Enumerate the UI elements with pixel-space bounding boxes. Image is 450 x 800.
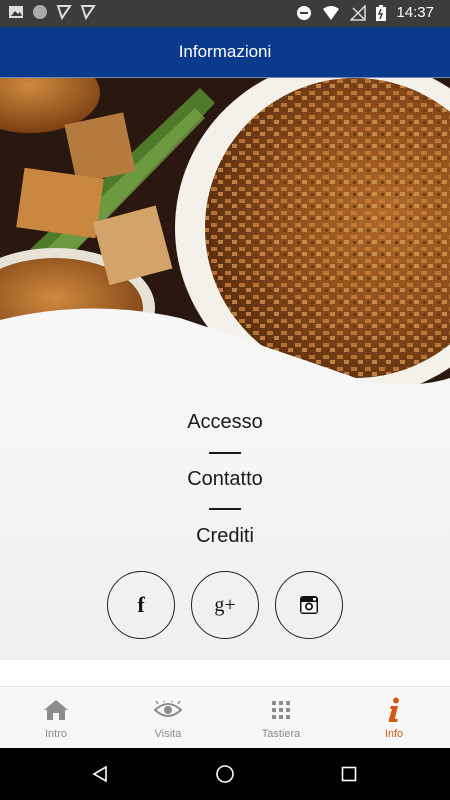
- home-icon: [44, 700, 68, 720]
- page-title: Informazioni: [178, 42, 272, 61]
- system-navigation-bar: [0, 748, 450, 800]
- back-icon[interactable]: [91, 765, 109, 783]
- app-bar: Informazioni: [0, 27, 450, 78]
- signal-icon: [350, 4, 367, 21]
- bottom-nav: Intro Visita Tastiera Info: [0, 686, 450, 748]
- nav-item-visita[interactable]: Visita: [112, 687, 224, 749]
- hero-image: [0, 78, 450, 388]
- wifi-icon: [323, 5, 340, 20]
- google-plus-button[interactable]: g+: [191, 571, 259, 639]
- nav-item-intro[interactable]: Intro: [0, 687, 112, 749]
- status-bar: 14:37: [0, 0, 450, 27]
- wave-divider: [0, 308, 450, 388]
- nav-label-info: Info: [384, 728, 404, 740]
- check-pen-icon: [80, 5, 96, 20]
- menu-item-accesso[interactable]: Accesso: [0, 411, 450, 434]
- status-time: 14:37: [396, 4, 434, 21]
- nav-item-info[interactable]: Info: [338, 687, 450, 749]
- menu-divider: [209, 508, 241, 510]
- menu-item-contatto[interactable]: Contatto: [0, 468, 450, 491]
- image-icon: [9, 6, 23, 18]
- instagram-button[interactable]: [275, 571, 343, 639]
- info-icon: [388, 697, 399, 722]
- nav-label-visita: Visita: [154, 728, 182, 740]
- circle-icon: [33, 5, 47, 19]
- facebook-button[interactable]: f: [107, 571, 175, 639]
- google-plus-icon: g+: [214, 593, 236, 616]
- keypad-icon: [272, 701, 290, 719]
- nav-item-tastiera[interactable]: Tastiera: [225, 687, 337, 749]
- menu-divider: [209, 452, 241, 454]
- check-pen-icon: [56, 5, 72, 20]
- home-circle-icon[interactable]: [215, 764, 235, 784]
- info-content: Accesso Contatto Crediti f g+: [0, 388, 450, 660]
- nav-label-intro: Intro: [44, 728, 67, 740]
- battery-icon: [376, 4, 387, 21]
- instagram-icon: [300, 596, 318, 614]
- facebook-icon: f: [137, 592, 145, 617]
- dnd-icon: [297, 5, 312, 20]
- content-spacer: [0, 660, 450, 686]
- nav-label-tastiera: Tastiera: [261, 728, 301, 740]
- menu-item-crediti[interactable]: Crediti: [0, 525, 450, 548]
- eye-icon: [154, 701, 182, 717]
- recents-icon[interactable]: [341, 766, 357, 782]
